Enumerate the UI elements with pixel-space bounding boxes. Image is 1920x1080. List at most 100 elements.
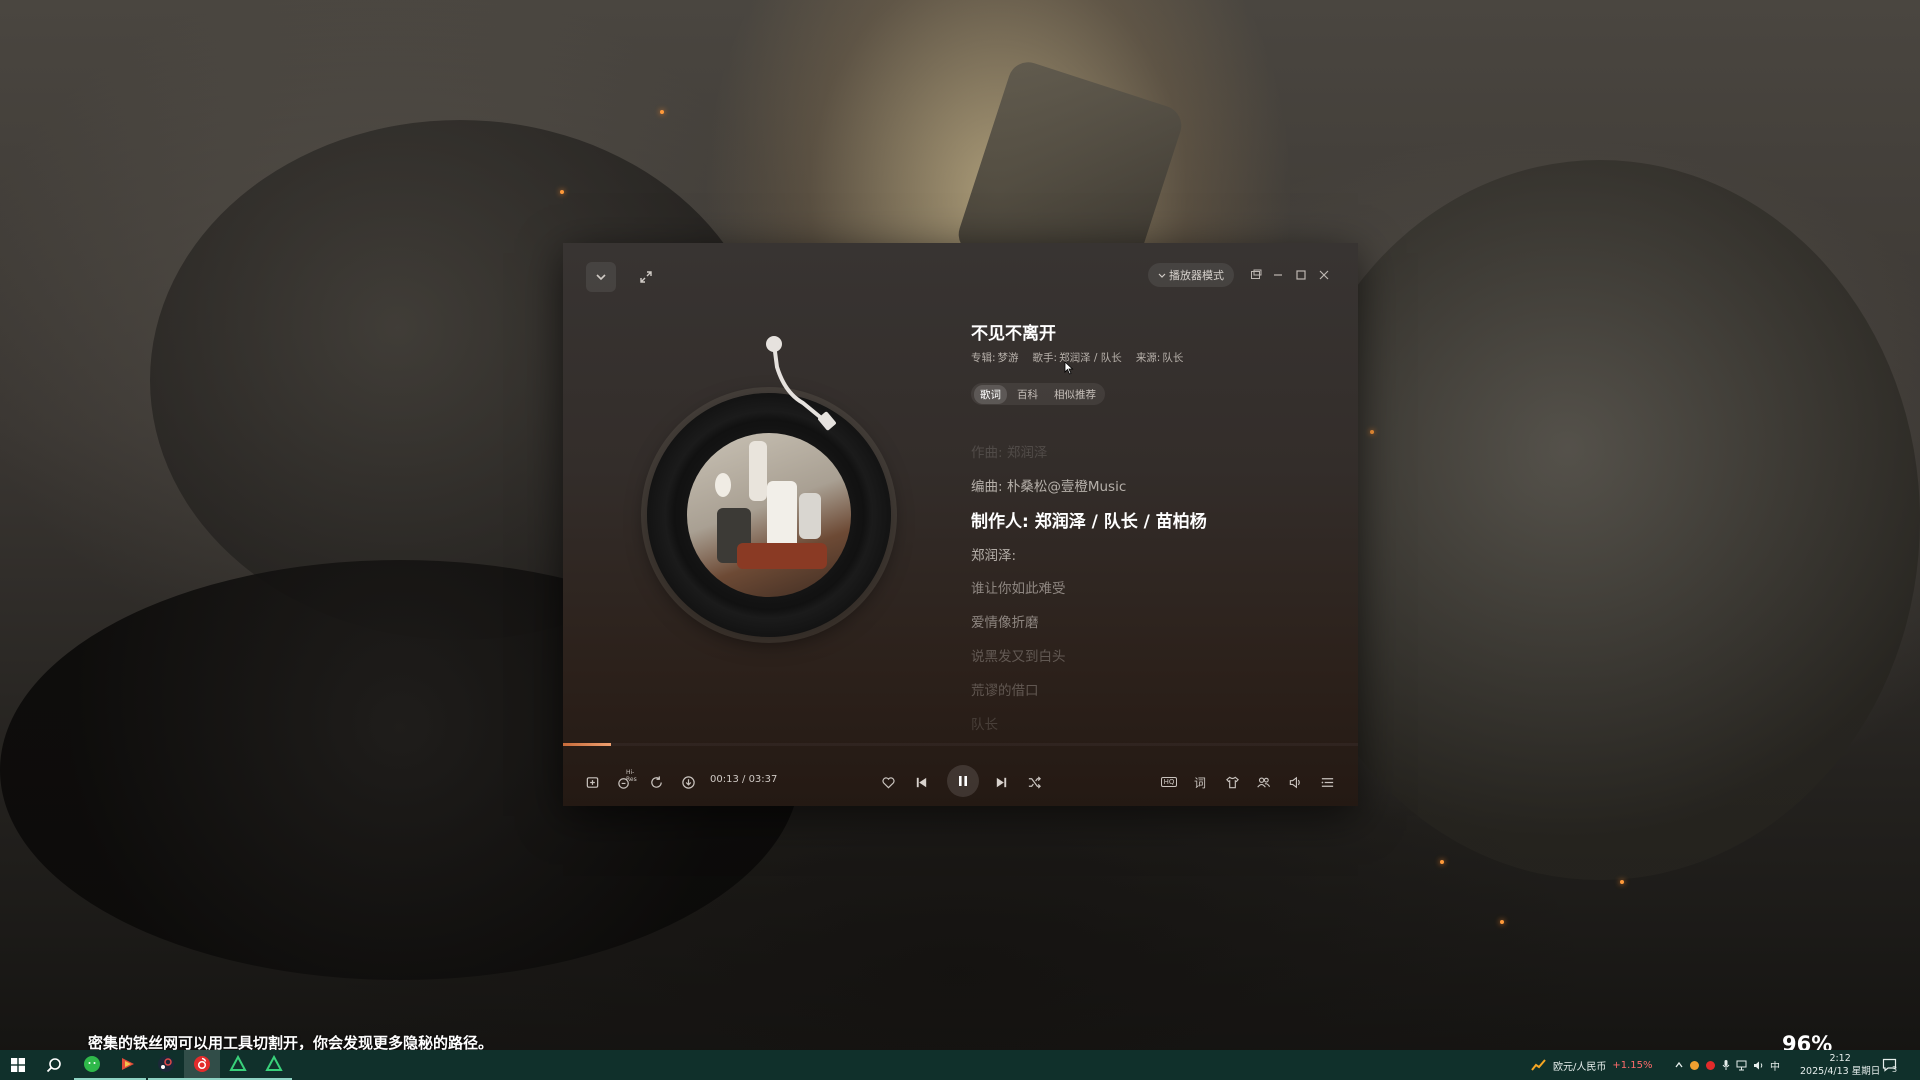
album-name[interactable]: 梦游 (998, 350, 1019, 365)
people-icon (1256, 776, 1270, 788)
currency-change: +1.15% (1612, 1059, 1653, 1071)
music-app-icon (194, 1056, 210, 1072)
maximize-button[interactable] (1291, 263, 1311, 287)
music-player-window: 播放器模式 不见不离开 专辑: 梦游 歌手: 郑润泽 / 队长 来源: 队长 歌… (563, 243, 1358, 806)
listen-together-button[interactable] (1252, 771, 1274, 793)
fullscreen-button[interactable] (631, 262, 661, 292)
lyric-line[interactable]: 郑润泽: (971, 544, 1016, 564)
playback-controls: Hi-Res 00:13 / 03:37 HQ 词 (563, 765, 1358, 797)
album-cover (687, 433, 851, 597)
skip-next-icon (996, 777, 1006, 787)
network-icon[interactable] (1736, 1060, 1748, 1071)
source-info[interactable]: 来源: 队长 (1136, 350, 1184, 365)
add-to-playlist-button[interactable] (581, 771, 603, 793)
wallpaper-ember (1370, 430, 1374, 434)
wallpaper-ember (1620, 880, 1624, 884)
add-box-icon (586, 776, 598, 788)
download-button[interactable] (677, 771, 699, 793)
time-separator: / (738, 774, 749, 785)
lyric-line[interactable]: 编曲: 朴桑松@壹橙Music (971, 475, 1126, 495)
album-info[interactable]: 专辑: 梦游 (971, 350, 1019, 365)
minimize-button[interactable] (1268, 263, 1288, 287)
wallpaper-shape (1280, 160, 1920, 880)
shuffle-icon (1028, 775, 1041, 789)
search-button[interactable] (36, 1050, 72, 1080)
next-button[interactable] (990, 771, 1012, 793)
chevron-up-icon[interactable] (1674, 1060, 1684, 1070)
quality-badge: HQ (1160, 777, 1178, 787)
previous-button[interactable] (910, 771, 932, 793)
tray-app-icon[interactable] (1689, 1060, 1700, 1071)
finance-icon (1531, 1059, 1546, 1071)
playlist-button[interactable] (1316, 771, 1338, 793)
list-icon (1321, 777, 1333, 787)
player-mode-button[interactable]: 播放器模式 (1148, 263, 1234, 287)
close-icon (1319, 270, 1329, 280)
taskbar-app-green-a[interactable] (220, 1050, 256, 1080)
percent-overlay: 96% (1782, 1032, 1833, 1050)
vinyl-record (647, 393, 891, 637)
maximize-icon (1296, 270, 1306, 280)
lyric-line-current[interactable]: 制作人: 郑润泽 / 队长 / 苗柏杨 (971, 507, 1207, 532)
microphone-icon[interactable] (1721, 1059, 1731, 1071)
chevron-down-icon (1158, 273, 1166, 278)
lyric-line[interactable]: 队长 (971, 713, 998, 733)
game-launcher-icon (158, 1056, 174, 1072)
taskbar-app-green-b[interactable] (256, 1050, 292, 1080)
current-time: 00:13 (710, 774, 739, 785)
search-icon (46, 1058, 61, 1073)
mini-mode-button[interactable] (1246, 263, 1266, 287)
start-button[interactable] (0, 1050, 36, 1080)
currency-widget[interactable]: 欧元/人民币 +1.15% (1531, 1050, 1653, 1080)
pause-button[interactable] (947, 765, 979, 797)
tray-music-icon[interactable] (1705, 1060, 1716, 1071)
tab-similar[interactable]: 相似推荐 (1048, 385, 1102, 404)
close-button[interactable] (1314, 263, 1334, 287)
like-button[interactable] (877, 771, 899, 793)
playback-time: 00:13 / 03:37 (710, 774, 777, 785)
source-name[interactable]: 队长 (1162, 350, 1183, 365)
clock-date: 2025/4/13 星期日 (1800, 1066, 1881, 1077)
info-tabs: 歌词 百科 相似推荐 (971, 383, 1105, 405)
pause-icon (959, 776, 967, 786)
artist-info[interactable]: 歌手: 郑润泽 / 队长 (1033, 350, 1122, 365)
taskbar-app-steam[interactable] (148, 1050, 184, 1080)
lyric-line[interactable]: 作曲: 郑润泽 (971, 441, 1047, 461)
clock-time: 2:12 (1829, 1053, 1851, 1064)
wallpaper-ember (660, 110, 664, 114)
wallpaper-ember (1440, 860, 1444, 864)
lyric-line[interactable]: 说黑发又到白头 (971, 645, 1066, 665)
chat-app-icon (84, 1056, 100, 1072)
wallpaper-ember (560, 190, 564, 194)
heart-icon (881, 776, 895, 789)
album-label: 专辑: (971, 352, 996, 364)
sound-quality-toggle[interactable]: HQ (1156, 771, 1182, 793)
collapse-button[interactable] (586, 262, 616, 292)
input-method[interactable]: 中 (1770, 1058, 1780, 1073)
progress-fill (563, 743, 611, 746)
desktop-lyrics-button[interactable]: 词 (1189, 771, 1211, 793)
chevron-down-icon (596, 274, 606, 281)
taskbar-app-media[interactable] (110, 1050, 146, 1080)
lyric-line[interactable]: 爱情像折磨 (971, 611, 1039, 631)
progress-bar[interactable] (563, 743, 1358, 746)
currency-label: 欧元/人民币 (1553, 1061, 1607, 1073)
effects-button[interactable] (1221, 771, 1243, 793)
replay-button[interactable] (645, 771, 667, 793)
triangle-app-icon (229, 1055, 247, 1071)
tab-lyrics[interactable]: 歌词 (974, 384, 1007, 404)
shuffle-button[interactable] (1023, 771, 1045, 793)
player-mode-label: 播放器模式 (1169, 269, 1224, 282)
tab-wiki[interactable]: 百科 (1011, 385, 1044, 404)
lyric-line[interactable]: 谁让你如此难受 (971, 577, 1066, 597)
speaker-icon[interactable] (1753, 1060, 1765, 1071)
sound-quality-button[interactable]: Hi-Res (613, 769, 637, 793)
taskbar-app-netease-music[interactable] (184, 1050, 220, 1080)
artist-label: 歌手: (1032, 352, 1058, 364)
system-clock[interactable]: 2:12 2025/4/13 星期日 (1800, 1052, 1880, 1078)
volume-button[interactable] (1284, 771, 1306, 793)
lyric-line[interactable]: 荒谬的借口 (971, 679, 1039, 699)
notification-center-button[interactable]: 3 (1882, 1050, 1897, 1080)
source-label: 来源: (1135, 352, 1161, 364)
taskbar-app-wechat[interactable] (74, 1050, 110, 1080)
